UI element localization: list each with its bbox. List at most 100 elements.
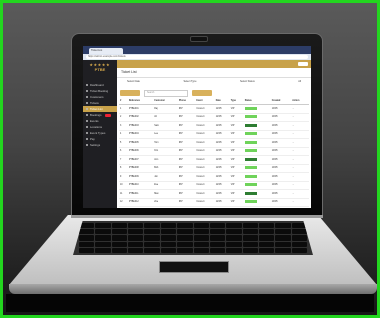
table-cell: 10/05 [270,155,292,165]
table-cell: ... [291,181,309,190]
table-cell: 10/05 [270,164,292,173]
table-cell: Concert [195,172,215,182]
key [95,223,111,229]
key [111,235,128,241]
table-cell: Zoe [153,198,178,207]
filter-button[interactable] [192,90,212,96]
keyboard-row [79,241,308,247]
table-row[interactable]: 11 PTBE011 Max 987 Concert 12/05 VIP 10/05... [119,189,309,199]
table-cell: 10/05 [270,138,292,148]
table-cell: ... [291,189,309,199]
table-cell: 12/05 [214,130,230,139]
table-row[interactable]: 10 PTBE010 Eve 987 Concert 12/05 VIP 10/05... [119,181,309,190]
user-menu-button[interactable] [298,62,308,66]
table-cell: 1 [119,104,128,114]
table-cell: PTBE005 [127,138,154,148]
sidebar-item-label: Settings [90,143,101,147]
key [160,235,177,241]
table-cell: ... [291,121,309,131]
table-row[interactable]: 3 PTBE003 Sam 987 Concert 12/05 VIP 10/05... [119,121,309,131]
table-row[interactable]: 1 PTBE001 Raj 987 Concert 12/05 VIP 10/05... [119,104,309,114]
filter-all[interactable]: All [298,80,301,86]
sidebar-nav: Dashboard Ticket Booking Customers Tickets T… [83,82,117,148]
touchpad [159,261,229,273]
table-cell: 987 [177,138,196,148]
table-cell: ... [291,172,309,182]
table-cell: PTBE011 [127,189,154,199]
key [79,241,95,247]
table-cell: 987 [177,198,196,207]
table-cell: 4 [119,130,128,139]
table-cell [243,121,271,131]
table-cell: 10/05 [270,104,292,114]
table-cell: 12/05 [214,189,230,199]
address-bar[interactable]: https://admin.example.com/tickets [86,55,308,59]
status-badge [244,157,257,161]
table-cell: 987 [177,113,196,122]
table-cell: Concert [195,104,215,114]
key [193,229,209,235]
table-row[interactable]: 7 PTBE007 Ann 987 Concert 12/05 VIP 10/05... [119,155,309,165]
table-row[interactable]: 8 PTBE008 Bob 987 Concert 12/05 VIP 10/05... [119,164,309,173]
laptop-hinge [71,215,323,218]
table-cell [243,189,271,199]
key [242,241,258,247]
table-cell: 987 [177,104,196,114]
key [275,247,291,254]
key [258,223,275,229]
key [111,247,128,254]
filter-select-type[interactable]: Select Type [183,80,196,86]
table-cell [243,113,271,122]
table-cell: VIP [229,172,244,182]
table-cell: Ali [153,113,178,122]
search-input[interactable]: Search [144,89,188,97]
table-cell: 12/05 [214,113,230,122]
table-cell: 10/05 [270,181,292,190]
key [144,229,160,235]
browser-tab[interactable]: Ticket List [89,48,123,54]
table-cell: 8 [119,164,128,173]
nav-dot-icon [86,96,88,98]
key [160,229,177,235]
table-cell: PTBE008 [127,164,154,173]
table-row[interactable]: 9 PTBE009 Jon 987 Concert 12/05 VIP 10/05... [119,172,309,182]
table-cell: VIP [229,113,244,122]
key [177,223,193,229]
export-button[interactable] [120,90,140,96]
key [258,229,275,235]
key [258,247,275,254]
key [226,241,242,247]
main-content: Ticket List Select Date Select Type Select… [117,60,311,208]
key [177,247,193,254]
table-cell: 9 [119,172,128,182]
key [95,229,111,235]
table-cell [243,104,271,114]
table-cell: VIP [229,198,244,207]
laptop-front-edge [9,284,377,294]
table-cell: 2 [119,113,128,122]
key [275,241,291,247]
table-cell: Bob [153,164,178,173]
table-cell [243,130,271,139]
key [193,235,209,241]
table-row[interactable]: 5 PTBE005 Tom 987 Concert 12/05 VIP 10/05... [119,138,309,148]
table-cell: 10/05 [270,121,292,131]
sidebar-item-settings[interactable]: Settings [83,142,117,148]
table-body: 1 PTBE001 Raj 987 Concert 12/05 VIP 10/05... 2 PT… [119,104,309,207]
table-row[interactable]: 4 PTBE004 Lee 987 Concert 12/05 VIP 10/05... [119,130,309,139]
table-cell: Eve [153,181,178,190]
webcam [190,36,208,42]
key [242,223,258,229]
key [291,235,308,241]
filter-select-date[interactable]: Select Date [127,80,140,86]
table-cell: 12/05 [214,198,230,207]
table-cell: Concert [195,130,215,139]
table-row[interactable]: 2 PTBE002 Ali 987 Concert 12/05 VIP 10/05... [119,113,309,122]
key [258,235,275,241]
status-badge [244,115,257,119]
table-row[interactable]: 12 PTBE012 Zoe 987 Concert 12/05 VIP 10/05... [119,198,309,207]
table-row[interactable]: 6 PTBE006 Kim 987 Concert 12/05 VIP 10/05... [119,147,309,156]
page-title: Ticket List [117,68,311,78]
filter-select-status[interactable]: Select Status [240,80,255,86]
table-cell [243,164,271,173]
